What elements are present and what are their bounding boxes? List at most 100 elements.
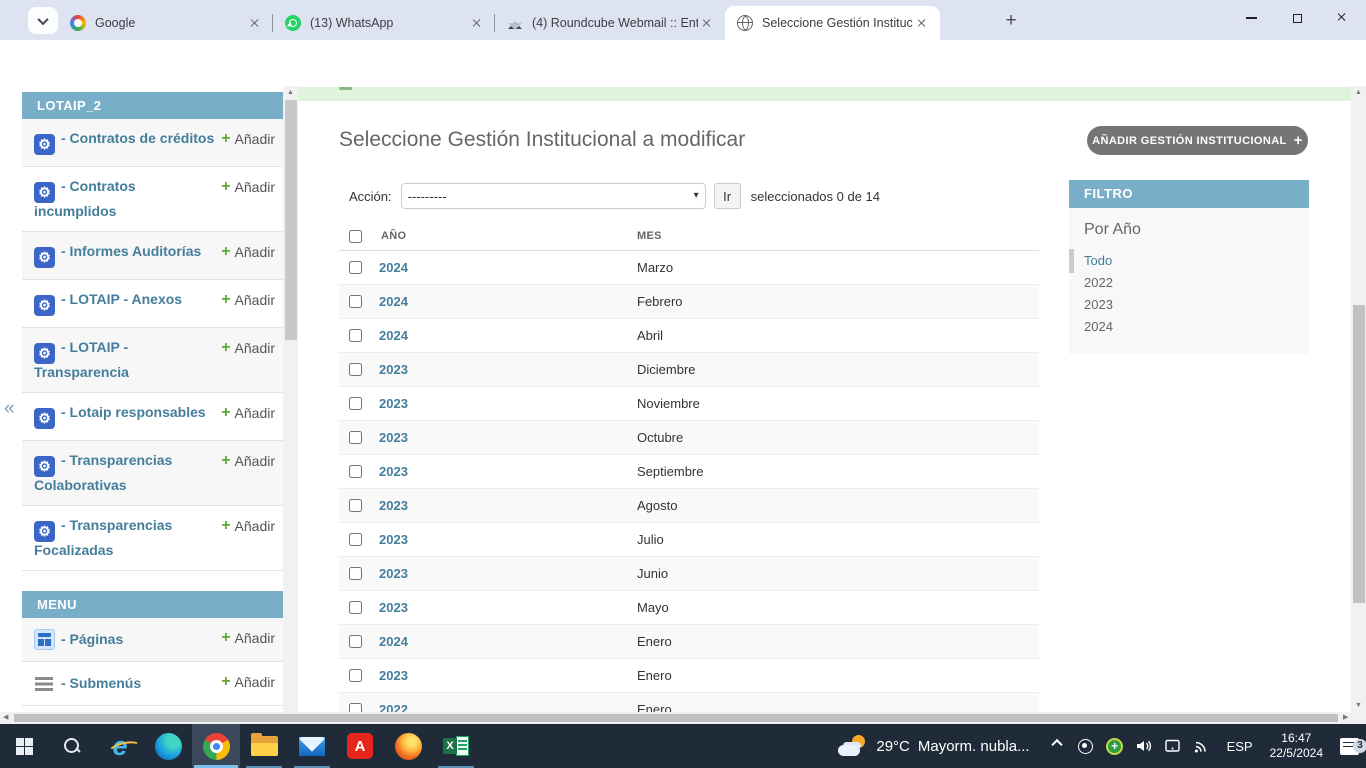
taskbar-chrome[interactable] (192, 724, 240, 768)
sidebar-item-link[interactable]: - Transparencias Colaborativas (34, 452, 221, 494)
sidebar-item[interactable]: - Contratos incumplidos +Añadir (22, 167, 283, 232)
scroll-left-icon[interactable]: ◀ (3, 713, 8, 721)
add-link[interactable]: +Añadir (221, 178, 275, 195)
row-checkbox[interactable] (349, 533, 362, 546)
add-link[interactable]: +Añadir (221, 291, 275, 308)
sidebar-item[interactable]: - Transparencias Focalizadas +Añadir (22, 506, 283, 571)
year-link[interactable]: 2023 (379, 362, 408, 377)
tab-close-button[interactable] (468, 15, 485, 32)
sidebar-item[interactable]: - Contratos de créditos +Añadir (22, 119, 283, 167)
taskbar-internet-explorer[interactable]: e (96, 724, 144, 768)
horizontal-scrollbar-thumb[interactable] (14, 714, 1338, 722)
taskbar-excel[interactable]: X (432, 724, 480, 768)
year-link[interactable]: 2023 (379, 600, 408, 615)
year-link[interactable]: 2023 (379, 668, 408, 683)
browser-tab[interactable]: (13) WhatsApp (273, 6, 495, 40)
weather-widget[interactable]: 29°C Mayorm. nubla... (828, 734, 1039, 758)
row-checkbox[interactable] (349, 635, 362, 648)
row-checkbox[interactable] (349, 465, 362, 478)
year-link[interactable]: 2023 (379, 430, 408, 445)
volume-icon[interactable] (1133, 735, 1155, 757)
year-link[interactable]: 2023 (379, 498, 408, 513)
page-horizontal-scrollbar[interactable]: ◀ ▶ (0, 712, 1366, 724)
tab-search-button[interactable] (28, 7, 58, 34)
sidebar-item[interactable]: - LOTAIP - Anexos +Añadir (22, 280, 283, 328)
row-checkbox[interactable] (349, 601, 362, 614)
year-link[interactable]: 2022 (379, 702, 408, 712)
minimize-button[interactable] (1228, 0, 1274, 36)
scroll-down-icon[interactable]: ▼ (1351, 702, 1366, 709)
tray-record-icon[interactable] (1075, 735, 1097, 757)
sidebar-collapse-toggle[interactable]: « (4, 398, 15, 420)
tablet-mode-icon[interactable] (1162, 735, 1184, 757)
add-link[interactable]: +Añadir (221, 673, 275, 690)
sidebar-item-link[interactable]: - LOTAIP - Transparencia (34, 339, 221, 381)
year-link[interactable]: 2024 (379, 294, 408, 309)
taskbar-firefox[interactable] (384, 724, 432, 768)
notification-center-button[interactable]: 3 (1332, 738, 1366, 755)
add-link[interactable]: +Añadir (221, 339, 275, 356)
tab-close-button[interactable] (246, 15, 263, 32)
add-gestion-button[interactable]: AÑADIR GESTIÓN INSTITUCIONAL + (1087, 126, 1308, 155)
sidebar-scrollbar-thumb[interactable] (285, 100, 297, 340)
sidebar-scrollbar[interactable]: ▲ (283, 86, 298, 712)
filter-option[interactable]: Todo (1084, 250, 1294, 272)
row-checkbox[interactable] (349, 261, 362, 274)
sidebar-item-link[interactable]: - Lotaip responsables (34, 404, 221, 429)
taskbar-search-button[interactable] (48, 724, 96, 768)
close-button[interactable] (1320, 0, 1366, 36)
sidebar-item-link[interactable]: - Contratos incumplidos (34, 178, 221, 220)
start-button[interactable] (0, 724, 48, 768)
page-vertical-scrollbar[interactable]: ▲ ▼ (1351, 86, 1366, 712)
tab-close-button[interactable] (698, 15, 715, 32)
year-link[interactable]: 2024 (379, 634, 408, 649)
select-all-checkbox[interactable] (349, 230, 362, 243)
add-link[interactable]: +Añadir (221, 517, 275, 534)
taskbar-clock[interactable]: 16:47 22/5/2024 (1261, 731, 1332, 761)
sidebar-item[interactable]: - Páginas +Añadir (22, 618, 283, 662)
year-link[interactable]: 2024 (379, 328, 408, 343)
tray-expand-button[interactable] (1046, 735, 1068, 757)
row-checkbox[interactable] (349, 703, 362, 712)
scroll-up-icon[interactable]: ▲ (283, 89, 298, 96)
scroll-up-icon[interactable]: ▲ (1351, 89, 1366, 96)
filter-option[interactable]: 2022 (1084, 272, 1294, 294)
year-link[interactable]: 2024 (379, 260, 408, 275)
sidebar-item[interactable]: - Submenús +Añadir (22, 662, 283, 706)
taskbar-edge[interactable] (144, 724, 192, 768)
sidebar-item-link[interactable]: - Transparencias Focalizadas (34, 517, 221, 559)
year-link[interactable]: 2023 (379, 566, 408, 581)
browser-tab[interactable]: Seleccione Gestión Institucional (725, 6, 940, 40)
vertical-scrollbar-thumb[interactable] (1353, 305, 1365, 603)
row-checkbox[interactable] (349, 567, 362, 580)
language-indicator[interactable]: ESP (1219, 739, 1261, 754)
restore-button[interactable] (1274, 0, 1320, 36)
sidebar-item-link[interactable]: - Contratos de créditos (34, 130, 221, 155)
year-link[interactable]: 2023 (379, 396, 408, 411)
add-link[interactable]: +Añadir (221, 130, 275, 147)
action-select[interactable]: --------- (401, 183, 706, 209)
add-link[interactable]: +Añadir (221, 404, 275, 421)
row-checkbox[interactable] (349, 669, 362, 682)
taskbar-acrobat[interactable]: A (336, 724, 384, 768)
row-checkbox[interactable] (349, 329, 362, 342)
taskbar-mail[interactable] (288, 724, 336, 768)
add-link[interactable]: +Añadir (221, 243, 275, 260)
new-tab-button[interactable]: + (999, 9, 1023, 33)
add-link[interactable]: +Añadir (221, 452, 275, 469)
sidebar-item[interactable]: - LOTAIP - Transparencia +Añadir (22, 328, 283, 393)
sidebar-item-link[interactable]: - Submenús (34, 673, 221, 694)
row-checkbox[interactable] (349, 295, 362, 308)
network-signal-icon[interactable] (1191, 735, 1213, 757)
sidebar-item[interactable]: - Informes Auditorías +Añadir (22, 232, 283, 280)
browser-tab[interactable]: Google (58, 6, 273, 40)
sidebar-item[interactable]: - Lotaip responsables +Añadir (22, 393, 283, 441)
sidebar-item-link[interactable]: - Páginas (34, 629, 221, 650)
browser-tab[interactable]: (4) Roundcube Webmail :: Entra (495, 6, 725, 40)
year-link[interactable]: 2023 (379, 532, 408, 547)
sidebar-item[interactable]: - Transparencias Colaborativas +Añadir (22, 441, 283, 506)
sidebar-item-link[interactable]: - LOTAIP - Anexos (34, 291, 221, 316)
sidebar-item-link[interactable]: - Informes Auditorías (34, 243, 221, 268)
row-checkbox[interactable] (349, 363, 362, 376)
go-button[interactable]: Ir (714, 183, 741, 209)
